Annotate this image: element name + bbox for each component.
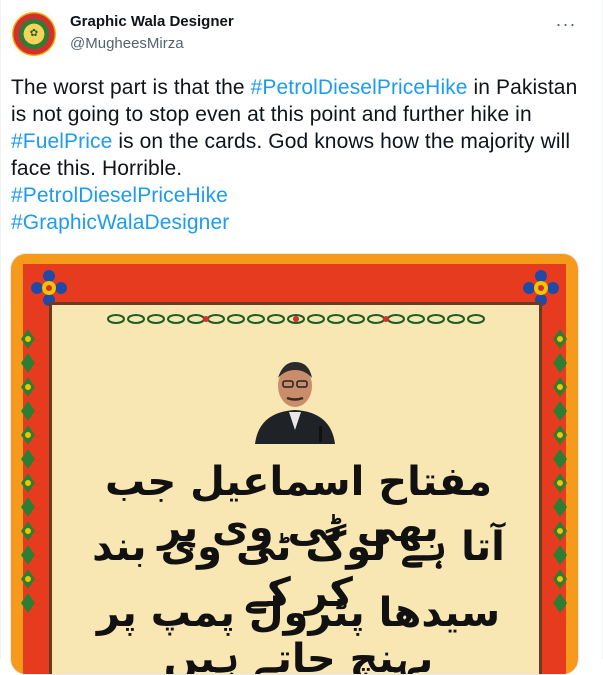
- media-image[interactable]: مفتاح اسماعیل جب بھی ٹی وی پر آتا ہے لوگ…: [10, 253, 579, 675]
- left-border-pattern: [21, 329, 35, 613]
- hashtag-link[interactable]: #FuelPrice: [11, 130, 112, 153]
- hashtag-link[interactable]: #PetrolDieselPriceHike: [11, 184, 228, 207]
- avatar[interactable]: ✿: [10, 10, 58, 58]
- avatar-emblem-icon: ✿: [29, 28, 39, 39]
- urdu-quote-line: سیدھا پٹرول پمپ پر پہنچ جاتے ہیں: [96, 590, 501, 675]
- tweet-text-part: The worst part is that the: [11, 76, 251, 99]
- tweet-text: The worst part is that the #PetrolDiesel…: [11, 74, 581, 236]
- right-border-pattern: [553, 329, 567, 613]
- tweet: ✿ Graphic Wala Designer @MugheesMirza ··…: [0, 0, 603, 675]
- author-handle[interactable]: @MugheesMirza: [70, 35, 184, 52]
- hashtag-link[interactable]: #GraphicWalaDesigner: [11, 211, 229, 234]
- portrait-photo: [249, 352, 341, 444]
- author-name[interactable]: Graphic Wala Designer: [70, 13, 234, 30]
- more-options-icon[interactable]: ···: [554, 14, 578, 34]
- hashtag-link[interactable]: #PetrolDieselPriceHike: [251, 76, 468, 99]
- chain-pattern: [107, 314, 485, 324]
